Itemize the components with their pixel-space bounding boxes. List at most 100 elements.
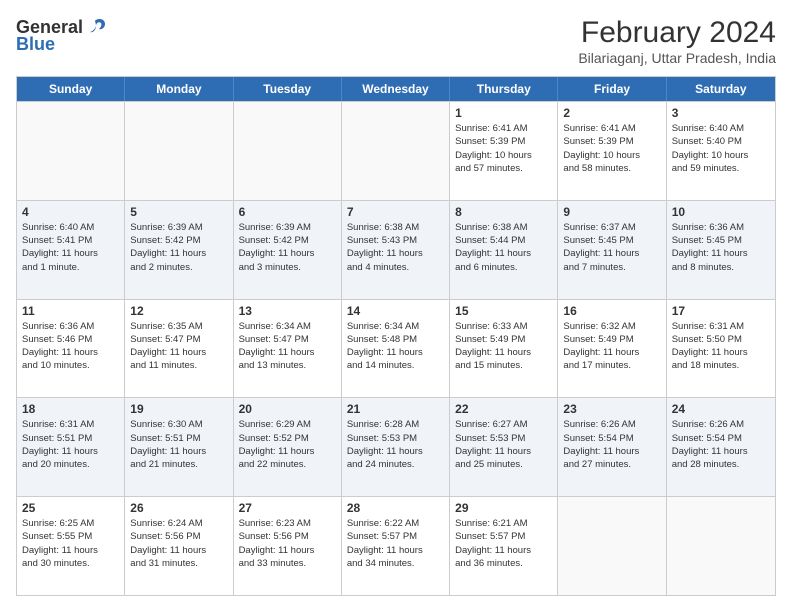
day-number: 27 [239,501,336,515]
calendar-cell [342,102,450,200]
calendar-cell: 25 Sunrise: 6:25 AMSunset: 5:55 PMDayligh… [17,497,125,595]
header-wednesday: Wednesday [342,77,450,101]
day-info: Sunrise: 6:38 AMSunset: 5:44 PMDaylight:… [455,221,552,274]
day-number: 23 [563,402,660,416]
day-info: Sunrise: 6:36 AMSunset: 5:46 PMDaylight:… [22,320,119,373]
day-info: Sunrise: 6:23 AMSunset: 5:56 PMDaylight:… [239,517,336,570]
day-number: 8 [455,205,552,219]
calendar-cell: 23Sunrise: 6:26 AMSunset: 5:54 PMDayligh… [558,398,666,496]
day-info: Sunrise: 6:22 AMSunset: 5:57 PMDaylight:… [347,517,444,570]
calendar-cell [125,102,233,200]
day-info: Sunrise: 6:34 AMSunset: 5:48 PMDaylight:… [347,320,444,373]
location: Bilariaganj, Uttar Pradesh, India [578,50,776,66]
day-info: Sunrise: 6:38 AMSunset: 5:43 PMDaylight:… [347,221,444,274]
calendar-cell [667,497,775,595]
day-number: 25 [22,501,119,515]
logo-bird-icon [85,16,107,38]
day-info: Sunrise: 6:40 AMSunset: 5:41 PMDaylight:… [22,221,119,274]
calendar-cell: 11 Sunrise: 6:36 AMSunset: 5:46 PMDayligh… [17,300,125,398]
calendar-cell: 7 Sunrise: 6:38 AMSunset: 5:43 PMDaylight… [342,201,450,299]
calendar-cell: 19 Sunrise: 6:30 AMSunset: 5:51 PMDayligh… [125,398,233,496]
calendar-cell: 4 Sunrise: 6:40 AMSunset: 5:41 PMDaylight… [17,201,125,299]
calendar-cell: 20 Sunrise: 6:29 AMSunset: 5:52 PMDayligh… [234,398,342,496]
day-number: 13 [239,304,336,318]
header-tuesday: Tuesday [234,77,342,101]
day-number: 29 [455,501,552,515]
day-number: 15 [455,304,552,318]
calendar-cell: 29 Sunrise: 6:21 AMSunset: 5:57 PMDayligh… [450,497,558,595]
day-info: Sunrise: 6:31 AMSunset: 5:51 PMDaylight:… [22,418,119,471]
calendar-cell: 12 Sunrise: 6:35 AMSunset: 5:47 PMDayligh… [125,300,233,398]
day-info: Sunrise: 6:34 AMSunset: 5:47 PMDaylight:… [239,320,336,373]
day-number: 28 [347,501,444,515]
day-info: Sunrise: 6:33 AMSunset: 5:49 PMDaylight:… [455,320,552,373]
calendar-row-3: 18 Sunrise: 6:31 AMSunset: 5:51 PMDayligh… [17,397,775,496]
header: General Blue February 2024 Bilariaganj, … [16,16,776,66]
day-number: 7 [347,205,444,219]
day-info: Sunrise: 6:28 AMSunset: 5:53 PMDaylight:… [347,418,444,471]
day-number: 5 [130,205,227,219]
calendar-cell: 9Sunrise: 6:37 AMSunset: 5:45 PMDaylight… [558,201,666,299]
day-info: Sunrise: 6:26 AMSunset: 5:54 PMDaylight:… [672,418,770,471]
calendar-cell: 27 Sunrise: 6:23 AMSunset: 5:56 PMDayligh… [234,497,342,595]
logo: General Blue [16,16,107,55]
day-info: Sunrise: 6:27 AMSunset: 5:53 PMDaylight:… [455,418,552,471]
calendar-row-0: 1 Sunrise: 6:41 AMSunset: 5:39 PMDaylight… [17,101,775,200]
calendar-cell: 10 Sunrise: 6:36 AMSunset: 5:45 PMDayligh… [667,201,775,299]
day-number: 10 [672,205,770,219]
day-number: 14 [347,304,444,318]
day-info: Sunrise: 6:37 AMSunset: 5:45 PMDaylight:… [563,221,660,274]
day-number: 2 [563,106,660,120]
day-number: 18 [22,402,119,416]
calendar-cell: 18 Sunrise: 6:31 AMSunset: 5:51 PMDayligh… [17,398,125,496]
day-number: 4 [22,205,119,219]
calendar-header: Sunday Monday Tuesday Wednesday Thursday… [17,77,775,101]
calendar-cell: 16Sunrise: 6:32 AMSunset: 5:49 PMDayligh… [558,300,666,398]
header-saturday: Saturday [667,77,775,101]
day-number: 6 [239,205,336,219]
day-info: Sunrise: 6:25 AMSunset: 5:55 PMDaylight:… [22,517,119,570]
day-info: Sunrise: 6:29 AMSunset: 5:52 PMDaylight:… [239,418,336,471]
calendar-cell: 21 Sunrise: 6:28 AMSunset: 5:53 PMDayligh… [342,398,450,496]
day-number: 21 [347,402,444,416]
calendar-row-2: 11 Sunrise: 6:36 AMSunset: 5:46 PMDayligh… [17,299,775,398]
calendar-cell: 28 Sunrise: 6:22 AMSunset: 5:57 PMDayligh… [342,497,450,595]
day-info: Sunrise: 6:21 AMSunset: 5:57 PMDaylight:… [455,517,552,570]
day-number: 26 [130,501,227,515]
day-info: Sunrise: 6:39 AMSunset: 5:42 PMDaylight:… [239,221,336,274]
page: General Blue February 2024 Bilariaganj, … [0,0,792,612]
header-monday: Monday [125,77,233,101]
calendar-cell: 22 Sunrise: 6:27 AMSunset: 5:53 PMDayligh… [450,398,558,496]
day-info: Sunrise: 6:35 AMSunset: 5:47 PMDaylight:… [130,320,227,373]
calendar-cell [558,497,666,595]
day-number: 3 [672,106,770,120]
day-info: Sunrise: 6:36 AMSunset: 5:45 PMDaylight:… [672,221,770,274]
calendar-body: 1 Sunrise: 6:41 AMSunset: 5:39 PMDaylight… [17,101,775,595]
calendar-cell [17,102,125,200]
day-number: 12 [130,304,227,318]
calendar-cell: 24 Sunrise: 6:26 AMSunset: 5:54 PMDayligh… [667,398,775,496]
day-info: Sunrise: 6:41 AMSunset: 5:39 PMDaylight:… [455,122,552,175]
title-block: February 2024 Bilariaganj, Uttar Pradesh… [578,16,776,66]
day-info: Sunrise: 6:32 AMSunset: 5:49 PMDaylight:… [563,320,660,373]
calendar-cell: 17Sunrise: 6:31 AMSunset: 5:50 PMDayligh… [667,300,775,398]
calendar-cell [234,102,342,200]
calendar-cell: 26 Sunrise: 6:24 AMSunset: 5:56 PMDayligh… [125,497,233,595]
day-number: 11 [22,304,119,318]
day-info: Sunrise: 6:24 AMSunset: 5:56 PMDaylight:… [130,517,227,570]
calendar-row-1: 4 Sunrise: 6:40 AMSunset: 5:41 PMDaylight… [17,200,775,299]
day-number: 1 [455,106,552,120]
calendar-cell: 14 Sunrise: 6:34 AMSunset: 5:48 PMDayligh… [342,300,450,398]
day-number: 20 [239,402,336,416]
day-number: 22 [455,402,552,416]
logo-blue: Blue [16,34,55,55]
day-info: Sunrise: 6:39 AMSunset: 5:42 PMDaylight:… [130,221,227,274]
day-number: 24 [672,402,770,416]
day-number: 17 [672,304,770,318]
day-info: Sunrise: 6:30 AMSunset: 5:51 PMDaylight:… [130,418,227,471]
calendar-cell: 6 Sunrise: 6:39 AMSunset: 5:42 PMDaylight… [234,201,342,299]
calendar-cell: 2Sunrise: 6:41 AMSunset: 5:39 PMDaylight… [558,102,666,200]
header-friday: Friday [558,77,666,101]
day-number: 19 [130,402,227,416]
calendar: Sunday Monday Tuesday Wednesday Thursday… [16,76,776,596]
